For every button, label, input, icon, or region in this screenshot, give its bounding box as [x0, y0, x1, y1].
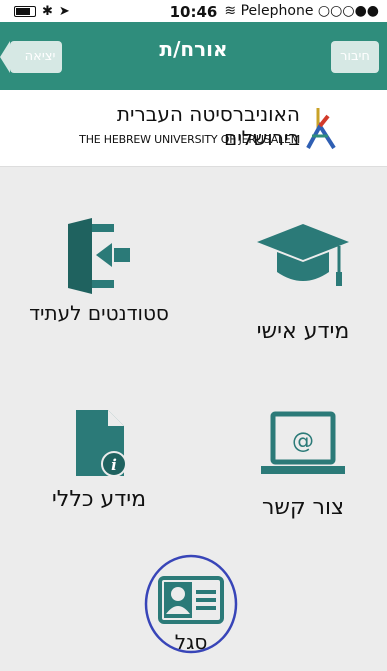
tile-contact[interactable]: @ צור קשר	[228, 410, 378, 520]
nav-bar: יציאה אורח/ת חיבור	[0, 22, 387, 90]
tile-future-students[interactable]: סטודנטים לעתיד	[24, 218, 174, 324]
tile-label: מידע כללי	[51, 487, 147, 512]
university-header: האוניברסיטה העברית בירושלים THE HEBREW U…	[0, 90, 387, 167]
tile-label: סטודנטים לעתיד	[29, 301, 169, 325]
tile-general-info[interactable]: i מידע כללי	[24, 410, 174, 512]
document-info-icon: i	[76, 410, 127, 477]
university-name-english: THE HEBREW UNIVERSITY OF JERUSALEM	[79, 133, 300, 146]
status-carrier: ≋ Pelephone ○○○●●	[224, 3, 379, 19]
carrier-name: Pelephone ○○○●●	[240, 3, 379, 19]
page-title: אורח/ת	[159, 37, 228, 61]
svg-text:i: i	[111, 456, 117, 474]
wifi-icon: ≋	[224, 3, 237, 19]
door-enter-icon	[68, 218, 130, 294]
university-logo-icon	[306, 108, 336, 150]
highlight-circle	[144, 554, 238, 654]
login-button[interactable]: חיבור	[331, 41, 379, 73]
graduation-cap-icon	[257, 224, 349, 286]
status-bar: ✱ ➤ 10:46 ≋ Pelephone ○○○●●	[0, 0, 387, 22]
tile-label: מידע אישי	[256, 319, 350, 344]
laptop-email-icon: @	[261, 411, 345, 474]
tile-label: צור קשר	[261, 495, 345, 520]
svg-text:@: @	[292, 429, 314, 454]
tile-staff[interactable]: סגל	[116, 554, 266, 654]
tile-personal-info[interactable]: מידע אישי	[228, 222, 378, 344]
